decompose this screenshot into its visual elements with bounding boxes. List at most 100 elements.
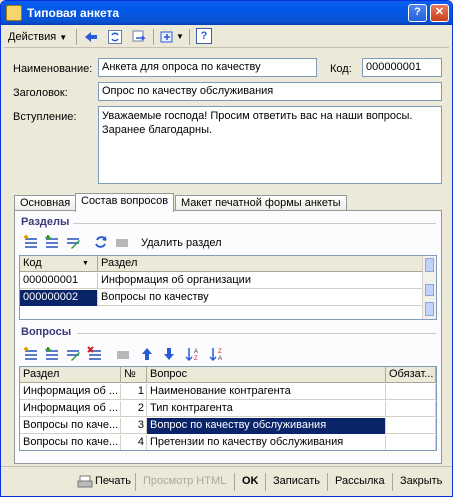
help-icon[interactable]: ? xyxy=(196,28,212,44)
title-close-button[interactable]: ✕ xyxy=(430,4,449,22)
title-bar[interactable]: Типовая анкета ? ✕ xyxy=(1,1,452,25)
row-section: Вопросы по качеству xyxy=(98,290,424,306)
command-bar: Печать Просмотр HTML OK Записать Рассылк… xyxy=(1,466,452,496)
toolbar-separator xyxy=(327,473,328,491)
copy-icon[interactable] xyxy=(44,346,60,362)
add-icon[interactable] xyxy=(23,234,39,250)
scroll-thumb[interactable] xyxy=(425,284,434,296)
questions-tab-panel: Разделы Удалить раздел Код ▼ Раздел 0000… xyxy=(14,210,442,464)
svg-text:Z: Z xyxy=(194,356,198,362)
go-back-icon[interactable] xyxy=(83,29,99,45)
dropdown-arrow-icon: ▼ xyxy=(59,33,68,42)
row-required xyxy=(386,384,436,400)
tab-questions[interactable]: Состав вопросов xyxy=(75,193,175,212)
heading-field[interactable]: Опрос по качеству обслуживания xyxy=(98,82,442,101)
scrollbar[interactable] xyxy=(422,256,436,319)
sort-ascending-icon[interactable]: AZ xyxy=(185,346,201,362)
code-field[interactable]: 000000001 xyxy=(362,58,442,77)
table-header: Раздел № Вопрос Обязат... xyxy=(20,367,436,383)
column-header-label: Код xyxy=(23,257,42,269)
questions-title: Вопросы xyxy=(21,326,72,338)
column-header[interactable]: Обязат... xyxy=(386,367,436,383)
edit-icon[interactable] xyxy=(65,234,81,250)
copy-icon[interactable] xyxy=(44,234,60,250)
row-question: Тип контрагента xyxy=(147,401,386,417)
row-question: Вопрос по качеству обслуживания xyxy=(147,418,386,434)
scroll-up-button[interactable] xyxy=(425,258,434,272)
mailing-button[interactable]: Рассылка xyxy=(335,475,385,487)
sort-descending-icon[interactable]: ZA xyxy=(209,346,225,362)
column-header[interactable]: Раздел xyxy=(98,256,424,272)
row-question: Претензии по качеству обслуживания xyxy=(147,435,386,450)
structure-icon[interactable] xyxy=(131,29,147,45)
row-section: Информация об ... xyxy=(20,384,121,400)
refresh-list-icon[interactable] xyxy=(93,234,109,250)
delete-icon[interactable] xyxy=(87,346,103,362)
sort-down-icon: ▼ xyxy=(82,260,89,267)
row-section: Вопросы по каче... xyxy=(20,418,121,434)
table-row[interactable]: Вопросы по каче... 4 Претензии по качест… xyxy=(20,435,436,450)
tab-main[interactable]: Основная xyxy=(14,195,77,211)
table-row[interactable]: 000000002 Вопросы по качеству xyxy=(20,290,424,306)
row-required xyxy=(386,401,436,417)
tab-print-layout[interactable]: Макет печатной формы анкеты xyxy=(175,195,347,211)
toolbar-separator xyxy=(392,473,393,491)
row-number: 2 xyxy=(121,401,147,417)
move-down-icon[interactable] xyxy=(161,346,177,362)
row-code: 000000002 xyxy=(20,290,98,306)
move-up-icon[interactable] xyxy=(139,346,155,362)
intro-field[interactable]: Уважаемые господа! Просим ответить вас н… xyxy=(98,106,442,184)
column-header[interactable]: Код ▼ xyxy=(20,256,98,272)
code-label: Код: xyxy=(330,63,352,75)
toolbar-separator xyxy=(189,29,190,45)
row-number: 3 xyxy=(121,418,147,434)
svg-text:A: A xyxy=(194,349,198,355)
row-required xyxy=(386,435,436,450)
sections-title: Разделы xyxy=(21,216,70,228)
delete-section-button[interactable]: Удалить раздел xyxy=(141,237,222,249)
based-on-icon[interactable] xyxy=(159,29,175,45)
close-button[interactable]: Закрыть xyxy=(400,475,442,487)
table-row[interactable]: Информация об ... 2 Тип контрагента xyxy=(20,401,436,417)
printer-icon[interactable] xyxy=(77,474,93,490)
svg-text:A: A xyxy=(218,356,222,362)
ok-button[interactable]: OK xyxy=(242,475,259,487)
toolbar: Действия ▼ ▼ ? xyxy=(4,26,449,48)
column-header[interactable]: Вопрос xyxy=(147,367,386,383)
based-on-dropdown-icon[interactable]: ▼ xyxy=(176,28,184,46)
name-field[interactable]: Анкета для опроса по качеству xyxy=(98,58,317,77)
toolbar-separator xyxy=(153,29,154,45)
row-section: Информация об ... xyxy=(20,401,121,417)
delete-mark-icon xyxy=(114,234,130,250)
table-row[interactable]: 000000001 Информация об организации xyxy=(20,273,424,289)
row-required xyxy=(386,418,436,434)
save-button[interactable]: Записать xyxy=(273,475,320,487)
table-row[interactable]: Вопросы по каче... 3 Вопрос по качеству … xyxy=(20,418,436,434)
row-section: Информация об организации xyxy=(98,273,424,289)
actions-menu-label: Действия xyxy=(8,31,57,43)
form-icon xyxy=(6,5,22,21)
print-button[interactable]: Печать xyxy=(95,475,131,487)
row-section: Вопросы по каче... xyxy=(20,435,121,450)
delete-mark-icon xyxy=(115,346,131,362)
actions-menu[interactable]: Действия ▼ xyxy=(8,28,67,46)
scroll-down-button[interactable] xyxy=(425,302,434,316)
svg-text:Z: Z xyxy=(218,349,222,355)
edit-icon[interactable] xyxy=(65,346,81,362)
heading-label: Заголовок: xyxy=(13,87,68,99)
column-header[interactable]: Раздел xyxy=(20,367,121,383)
intro-label: Вступление: xyxy=(13,111,77,123)
divider xyxy=(73,223,436,224)
refresh-icon[interactable] xyxy=(107,29,123,45)
sections-table[interactable]: Код ▼ Раздел 000000001 Информация об орг… xyxy=(19,255,437,320)
add-icon[interactable] xyxy=(23,346,39,362)
main-window: Типовая анкета ? ✕ Действия ▼ ▼ ? Наимен… xyxy=(0,0,453,497)
toolbar-separator xyxy=(265,473,266,491)
table-header: Код ▼ Раздел xyxy=(20,256,424,272)
title-help-button[interactable]: ? xyxy=(408,4,427,22)
questions-table[interactable]: Раздел № Вопрос Обязат... Информация об … xyxy=(19,366,437,451)
table-row[interactable]: Информация об ... 1 Наименование контраг… xyxy=(20,384,436,400)
column-header[interactable]: № xyxy=(121,367,147,383)
toolbar-separator xyxy=(234,473,235,491)
preview-html-button[interactable]: Просмотр HTML xyxy=(143,475,226,487)
